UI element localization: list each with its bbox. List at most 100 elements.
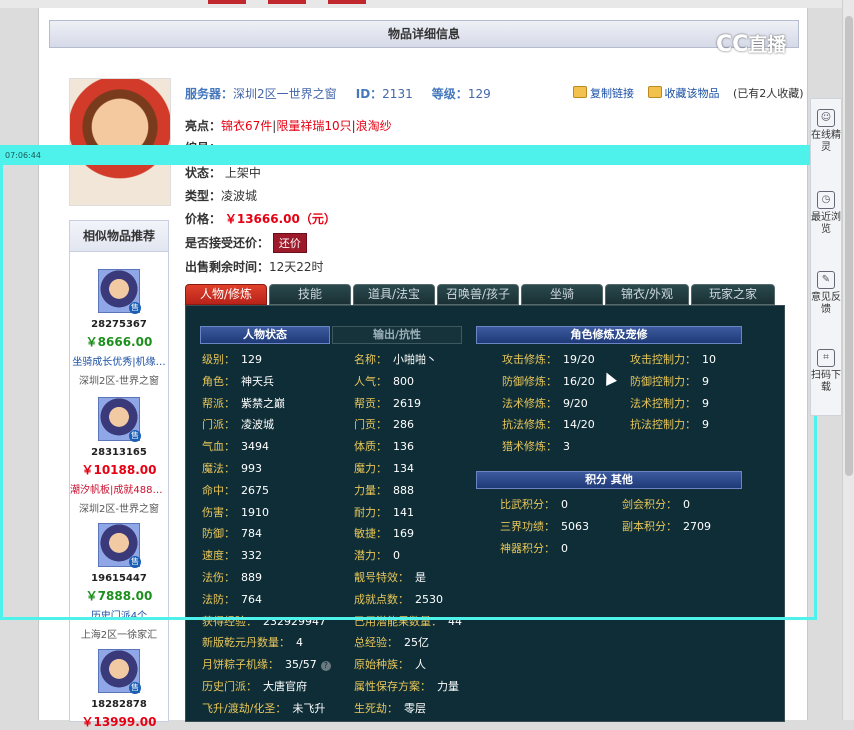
stat-row: 属性保存方案： 力量 bbox=[354, 678, 459, 694]
stat-row: 人气： 800 bbox=[354, 373, 414, 389]
help-icon[interactable]: ? bbox=[320, 661, 331, 672]
offer-line: 是否接受还价： 还价 bbox=[185, 233, 307, 253]
stat-value: 800 bbox=[393, 374, 414, 388]
page-title: 物品详细信息 bbox=[49, 20, 799, 48]
item-tags[interactable]: 潮汐帆板|成就4888|… bbox=[70, 481, 168, 496]
stat-row: 抗法修炼： 14/20 bbox=[502, 416, 595, 432]
logo-sub: 直播 bbox=[748, 34, 787, 56]
stat-label: 成就点数： bbox=[354, 592, 409, 606]
stat-value: 0 bbox=[561, 498, 568, 511]
stat-value: 零层 bbox=[404, 701, 426, 715]
cc-live-logo: CC直播 bbox=[716, 30, 834, 60]
stat-value: 141 bbox=[393, 505, 414, 519]
edit-icon: ✎ bbox=[817, 271, 835, 289]
stat-row: 敏捷： 169 bbox=[354, 525, 414, 541]
stat-value: 5063 bbox=[561, 520, 589, 533]
item-avatar[interactable]: 售 bbox=[98, 397, 141, 442]
recent-view-button[interactable]: ◷ 最近浏览 bbox=[811, 191, 841, 236]
stat-row: 体质： 136 bbox=[354, 438, 414, 454]
stat-label: 已用潜能果数量： bbox=[354, 614, 442, 628]
favorite-count: (已有2人收藏) bbox=[733, 87, 804, 100]
stat-label: 人气： bbox=[354, 374, 387, 388]
recommended-item[interactable]: 售 19615447 ￥7888.00 历史门派4个 上海2区一徐家汇 bbox=[70, 523, 168, 641]
output-header[interactable]: 输出/抗性 bbox=[332, 326, 462, 344]
favorite-button[interactable]: 收藏该物品 bbox=[665, 87, 720, 100]
stat-value: 16/20 bbox=[563, 374, 595, 388]
item-tags[interactable]: 历史门派4个 bbox=[70, 607, 168, 622]
item-price: ￥7888.00 bbox=[85, 589, 153, 603]
remain-label: 出售剩余时间： bbox=[185, 260, 270, 274]
stat-label: 历史门派： bbox=[202, 680, 257, 693]
tab-skills[interactable]: 技能 bbox=[269, 284, 351, 305]
rp-label: 最近浏览 bbox=[811, 212, 841, 235]
item-avatar[interactable]: 售 bbox=[98, 269, 141, 314]
highlight-tag: 限量祥瑞10只 bbox=[276, 119, 352, 133]
stat-value: 25亿 bbox=[404, 636, 429, 650]
stat-label: 法术修炼： bbox=[502, 396, 557, 410]
stat-row: 原始种族： 人 bbox=[354, 656, 426, 672]
stat-value: 993 bbox=[241, 462, 262, 475]
top-tab-mark bbox=[208, 0, 246, 4]
stat-value: 神天兵 bbox=[241, 374, 274, 388]
helper-icon: ☺ bbox=[817, 109, 835, 127]
tab-pets[interactable]: 召唤兽/孩子 bbox=[437, 284, 519, 305]
tab-items[interactable]: 道具/法宝 bbox=[353, 284, 435, 305]
counter-offer-button[interactable]: 还价 bbox=[272, 233, 307, 253]
level-label: 等级： bbox=[431, 87, 468, 101]
price-value: ￥13666.00（元） bbox=[224, 212, 336, 226]
item-tags[interactable]: 坐骑成长优秀|机缘… bbox=[70, 353, 168, 368]
stat-value: 大唐官府 bbox=[263, 680, 307, 693]
char-status-header[interactable]: 人物状态 bbox=[200, 326, 330, 344]
stat-label: 门派： bbox=[202, 418, 235, 432]
qr-download-button[interactable]: ⌗ 扫码下载 bbox=[811, 349, 841, 394]
stat-label: 抗法修炼： bbox=[502, 418, 557, 432]
id-label: ID： bbox=[355, 87, 383, 101]
online-helper-button[interactable]: ☺ 在线精灵 bbox=[811, 109, 841, 154]
recommended-item[interactable]: 售 18282878 ￥13999.00 bbox=[70, 649, 168, 730]
copy-link-button[interactable]: 复制链接 bbox=[590, 87, 634, 100]
stat-value: 9/20 bbox=[563, 396, 588, 410]
stat-label: 帮派： bbox=[202, 396, 235, 410]
stat-label: 魔法： bbox=[202, 462, 235, 475]
stat-label: 帮贡： bbox=[354, 396, 387, 410]
tab-character[interactable]: 人物/修炼 bbox=[185, 284, 267, 305]
recommended-item[interactable]: 售 28313165 ￥10188.00 潮汐帆板|成就4888|… 深圳2区-… bbox=[70, 397, 168, 515]
stat-label: 属性保存方案： bbox=[354, 680, 431, 693]
stat-label: 法术控制力： bbox=[630, 396, 696, 410]
feedback-button[interactable]: ✎ 意见反馈 bbox=[811, 271, 841, 316]
stat-value: 169 bbox=[393, 527, 414, 541]
stat-value: 力量 bbox=[437, 680, 459, 693]
item-avatar[interactable]: 售 bbox=[98, 523, 141, 568]
stat-row: 命中： 2675 bbox=[202, 482, 269, 498]
stat-row: 获得经验： 232929947 bbox=[202, 613, 326, 629]
stat-row: 防御： 784 bbox=[202, 525, 262, 541]
item-id: 28275367 bbox=[91, 319, 147, 330]
stat-row: 月饼粽子机缘： 35/57? bbox=[202, 656, 331, 672]
sidebar-title: 相似物品推荐 bbox=[70, 221, 168, 252]
stat-row: 新版乾元丹数量： 4 bbox=[202, 634, 303, 650]
stat-row: 已用潜能果数量： 44 bbox=[354, 613, 462, 629]
stat-row: 防御修炼： 16/20 bbox=[502, 373, 595, 389]
server-label: 服务器： bbox=[185, 87, 234, 101]
stat-value: 0 bbox=[561, 542, 568, 555]
top-tab-mark bbox=[328, 0, 366, 4]
recommended-item[interactable]: 售 28275367 ￥8666.00 坐骑成长优秀|机缘… 深圳2区-世界之窗 bbox=[70, 269, 168, 387]
stat-label: 副本积分： bbox=[622, 520, 677, 533]
stat-label: 速度： bbox=[202, 549, 235, 563]
sell-badge: 售 bbox=[129, 556, 141, 568]
scrollbar-thumb[interactable] bbox=[845, 16, 853, 476]
item-avatar[interactable]: 售 bbox=[98, 649, 141, 694]
price-line: 价格： ￥13666.00（元） bbox=[185, 210, 336, 227]
timestamp: 07:06:44 bbox=[5, 151, 41, 160]
item-id: 19615447 bbox=[91, 573, 147, 584]
stat-row: 生死劫： 零层 bbox=[354, 700, 426, 716]
tab-home[interactable]: 玩家之家 bbox=[691, 284, 775, 305]
stat-value: 0 bbox=[683, 498, 690, 511]
tab-outfits[interactable]: 锦衣/外观 bbox=[605, 284, 689, 305]
stat-value: 紫禁之巅 bbox=[241, 396, 285, 410]
page-scrollbar[interactable] bbox=[842, 0, 854, 720]
folder-icon bbox=[647, 86, 662, 98]
stat-label: 飞升/渡劫/化圣： bbox=[202, 701, 287, 715]
tab-mounts[interactable]: 坐骑 bbox=[521, 284, 603, 305]
stat-label: 角色： bbox=[202, 374, 235, 388]
